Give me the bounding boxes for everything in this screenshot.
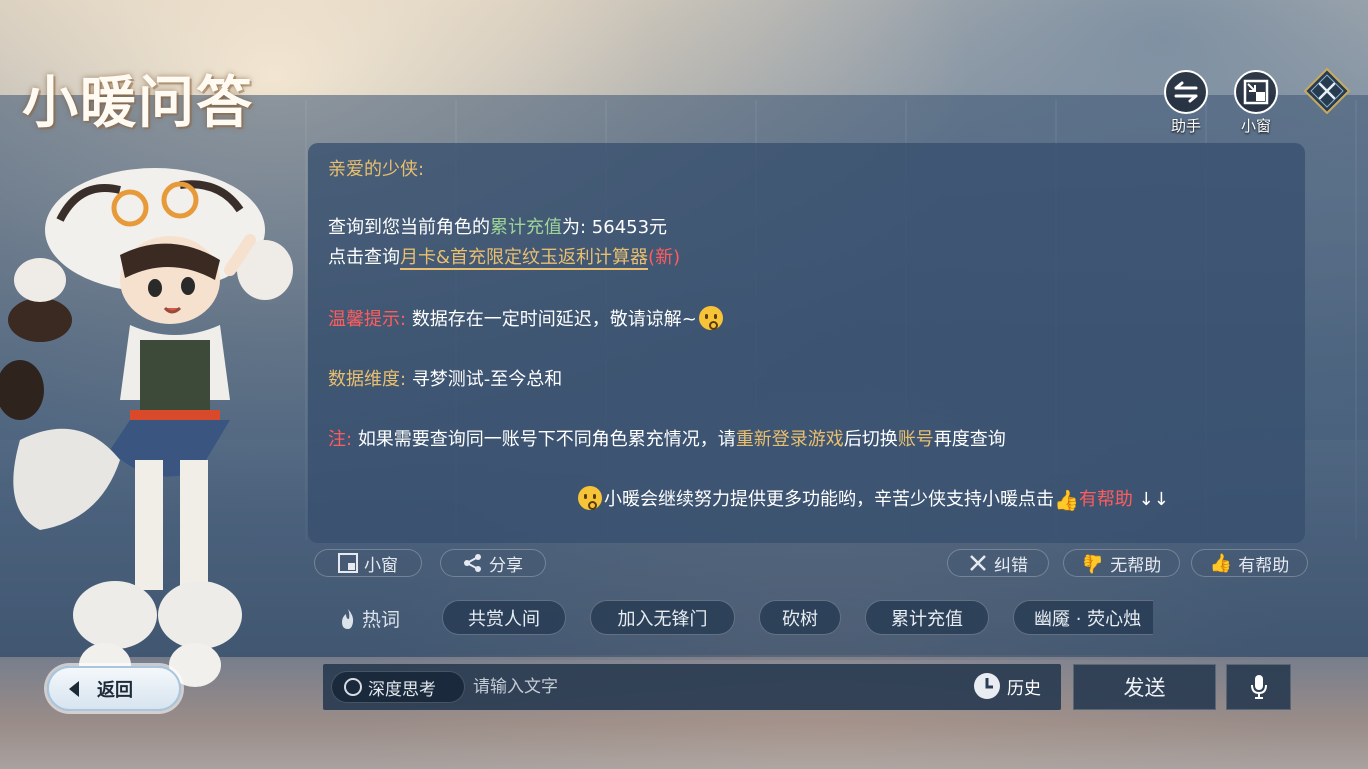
calculator-link[interactable]: 月卡&首充限定纹玉返利计算器 — [400, 247, 649, 270]
mini-window-icon — [338, 553, 358, 573]
share-button[interactable]: 分享 — [440, 549, 546, 577]
note-line: 注: 如果需要查询同一账号下不同角色累充情况，请重新登录游戏后切换账号再度查询 — [328, 429, 1006, 450]
mini-window-button[interactable]: 小窗 — [314, 549, 422, 577]
hot-word-chip[interactable]: 累计充值 — [865, 600, 989, 635]
back-arrow-icon — [69, 680, 79, 697]
assistant-label: 助手 — [1170, 117, 1201, 135]
mini-window-icon — [1234, 70, 1278, 114]
history-button[interactable]: 历史 — [973, 672, 1041, 700]
hot-words-label: 热词 — [338, 605, 400, 632]
greeting: 亲爱的少侠: — [328, 159, 425, 180]
close-icon — [1303, 67, 1351, 115]
back-button[interactable]: 返回 — [47, 666, 181, 711]
answer-panel: 亲爱的少侠: 查询到您当前角色的累计充值为: 56453元 点击查询月卡&首充限… — [308, 143, 1305, 543]
calculator-line: 点击查询月卡&首充限定纹玉返利计算器(新) — [328, 247, 681, 270]
hot-word-chip[interactable]: 共赏人间 — [442, 600, 566, 635]
mascot-character — [0, 168, 293, 687]
unhelpful-button[interactable]: 👍 无帮助 — [1063, 549, 1180, 577]
tip-line: 温馨提示: 数据存在一定时间延迟，敬请谅解~ — [328, 305, 725, 335]
hot-word-chip[interactable]: 幽魇 · 荧心烛 — [1013, 600, 1153, 635]
thumbs-up-icon: 👍 — [1054, 488, 1079, 512]
swap-icon — [1164, 70, 1208, 114]
deep-think-toggle[interactable]: 深度思考 — [331, 671, 465, 703]
clock-icon — [974, 673, 1000, 699]
microphone-button[interactable] — [1226, 664, 1291, 710]
footer-line: 小暖会继续努力提供更多功能哟，辛苦少侠支持小暖点击👍有帮助 ↓↓ — [576, 485, 1169, 515]
flame-icon — [342, 608, 354, 629]
mini-window-top-label: 小窗 — [1240, 117, 1271, 135]
assistant-button[interactable]: 助手 — [1162, 70, 1210, 136]
close-button[interactable] — [1303, 67, 1351, 115]
new-badge: (新) — [648, 247, 681, 268]
mini-window-top-button[interactable]: 小窗 — [1232, 70, 1280, 136]
recharge-highlight: 累计充值 — [490, 217, 562, 238]
send-button[interactable]: 发送 — [1073, 664, 1216, 710]
hot-word-chip[interactable]: 加入无锋门 — [590, 600, 735, 635]
footer-helpful: 有帮助 — [1078, 489, 1133, 510]
thumbs-down-icon: 👍 — [1081, 552, 1105, 574]
correct-button[interactable]: 纠错 — [947, 549, 1049, 577]
input-bar: 深度思考 历史 — [323, 664, 1061, 710]
hot-words-list: 共赏人间 加入无锋门 砍树 累计充值 幽魇 · 荧心烛 — [442, 600, 1153, 636]
radio-circle-icon — [344, 678, 362, 696]
page-title: 小暖问答 — [22, 70, 254, 136]
hot-word-chip[interactable]: 砍树 — [759, 600, 841, 635]
message-input[interactable] — [473, 672, 953, 702]
share-icon — [464, 554, 481, 572]
thumbs-up-icon: 👍 — [1209, 552, 1233, 574]
helpful-button[interactable]: 👍 有帮助 — [1191, 549, 1308, 577]
kiss-emoji-icon — [578, 486, 602, 510]
kiss-emoji-icon — [698, 306, 723, 330]
dimension-line: 数据维度: 寻梦测试-至今总和 — [328, 369, 563, 390]
recharge-line: 查询到您当前角色的累计充值为: 56453元 — [328, 217, 668, 238]
x-icon — [970, 555, 986, 571]
microphone-icon — [1250, 675, 1267, 699]
